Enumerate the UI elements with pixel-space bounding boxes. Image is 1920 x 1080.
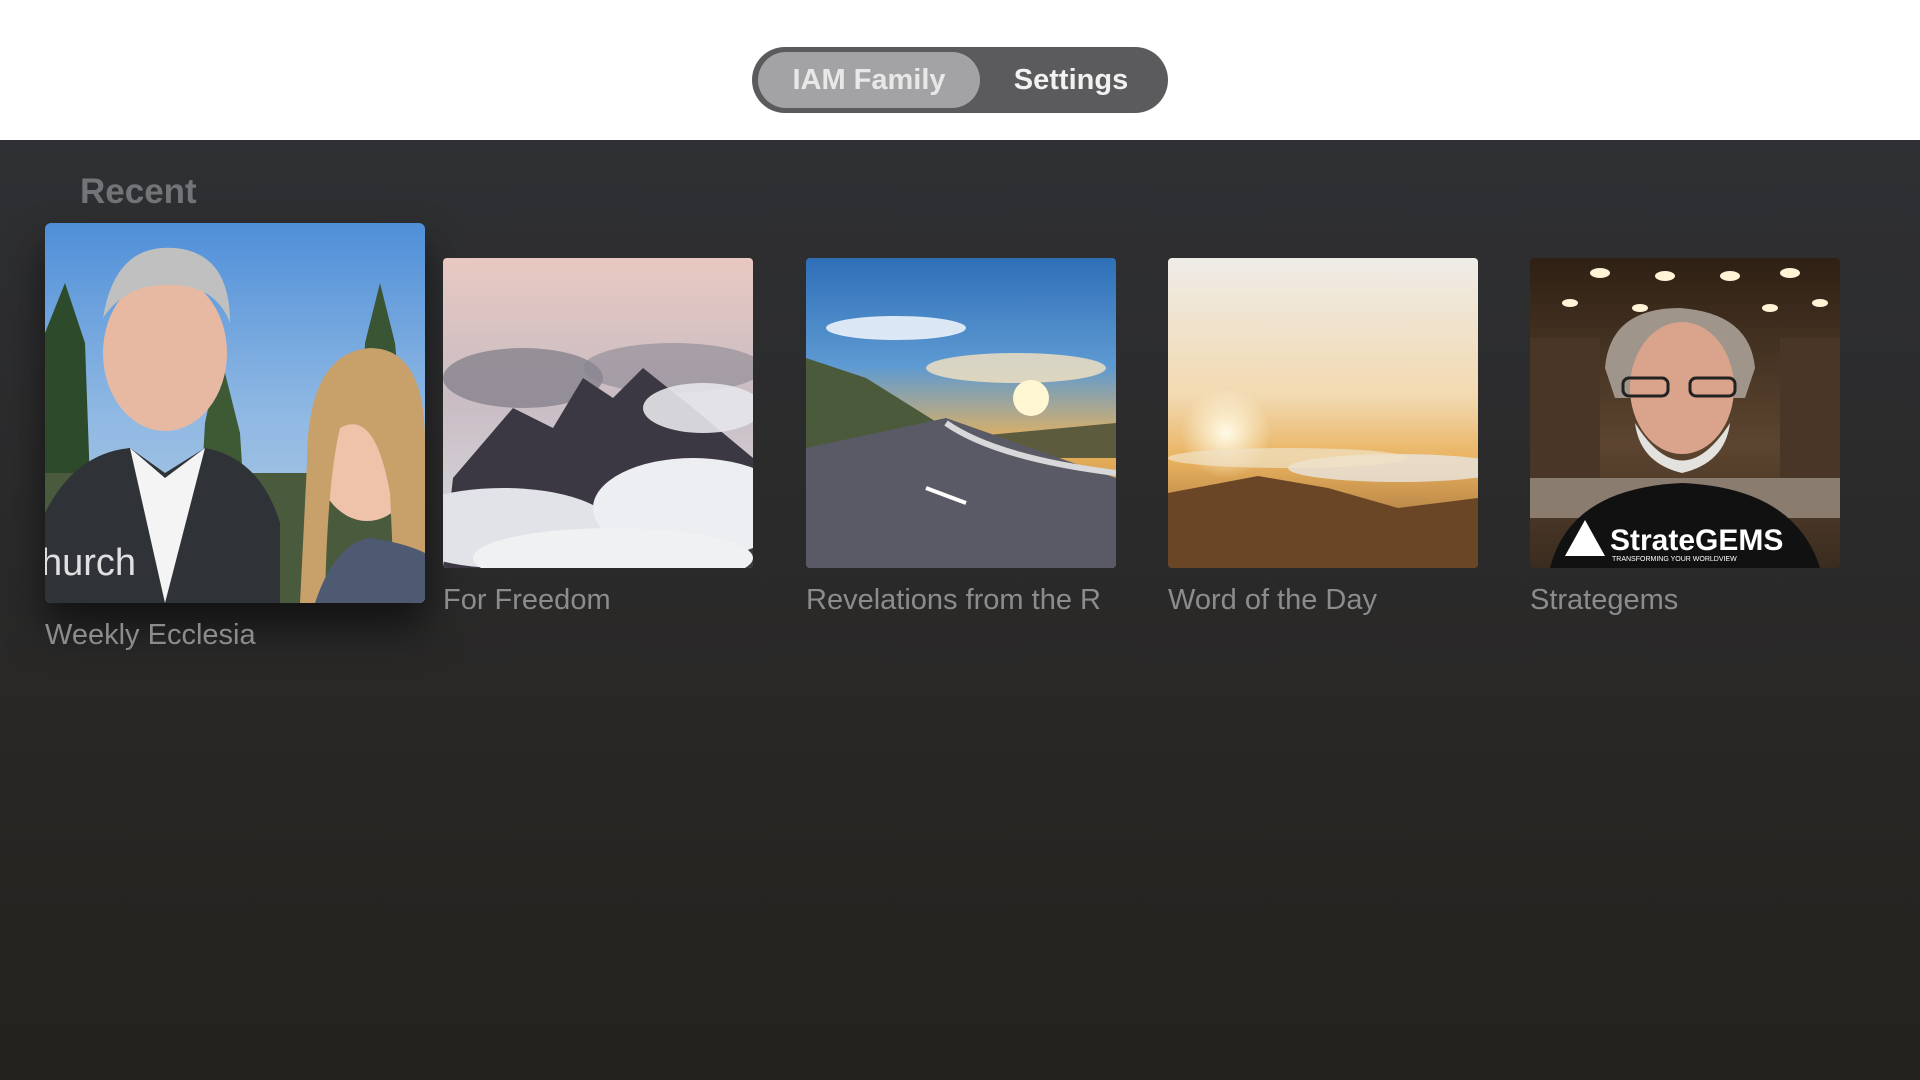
recent-item-strategems[interactable]: StrateGEMS TRANSFORMING YOUR WORLDVIEW S… <box>1530 258 1840 628</box>
logo-tagline: TRANSFORMING YOUR WORLDVIEW <box>1612 556 1737 563</box>
overlay-text: hurch <box>45 542 136 584</box>
item-title: Word of the Day <box>1168 584 1378 616</box>
app-screen: IAM Family Settings Recent hurch Weekly … <box>0 0 1920 1080</box>
tab-settings[interactable]: Settings <box>980 52 1162 108</box>
recent-item-word-of-the-day[interactable]: Word of the Day <box>1168 258 1478 628</box>
content-area: Recent hurch Weekly Ecclesia For Freedom… <box>0 140 1920 1080</box>
item-title: Strategems <box>1530 584 1679 616</box>
recent-item-for-freedom[interactable]: For Freedom <box>443 258 753 628</box>
thumbnail-strategems: StrateGEMS TRANSFORMING YOUR WORLDVIEW <box>1530 258 1840 568</box>
tab-iam-family[interactable]: IAM Family <box>758 52 980 108</box>
top-bar: IAM Family Settings <box>0 0 1920 140</box>
thumbnail-weekly-ecclesia: hurch <box>45 223 425 603</box>
item-title: Weekly Ecclesia <box>45 619 256 651</box>
thumbnail-word-of-the-day <box>1168 258 1478 568</box>
item-title: Revelations from the R <box>806 584 1101 616</box>
recent-item-weekly-ecclesia[interactable]: hurch Weekly Ecclesia <box>45 223 425 663</box>
logo-text: StrateGEMS <box>1610 524 1783 557</box>
thumbnail-for-freedom <box>443 258 753 568</box>
thumbnail-revelations <box>806 258 1116 568</box>
recent-item-revelations[interactable]: Revelations from the R <box>806 258 1116 628</box>
section-title-recent: Recent <box>80 172 197 211</box>
item-title: For Freedom <box>443 584 611 616</box>
segmented-control: IAM Family Settings <box>752 47 1168 113</box>
